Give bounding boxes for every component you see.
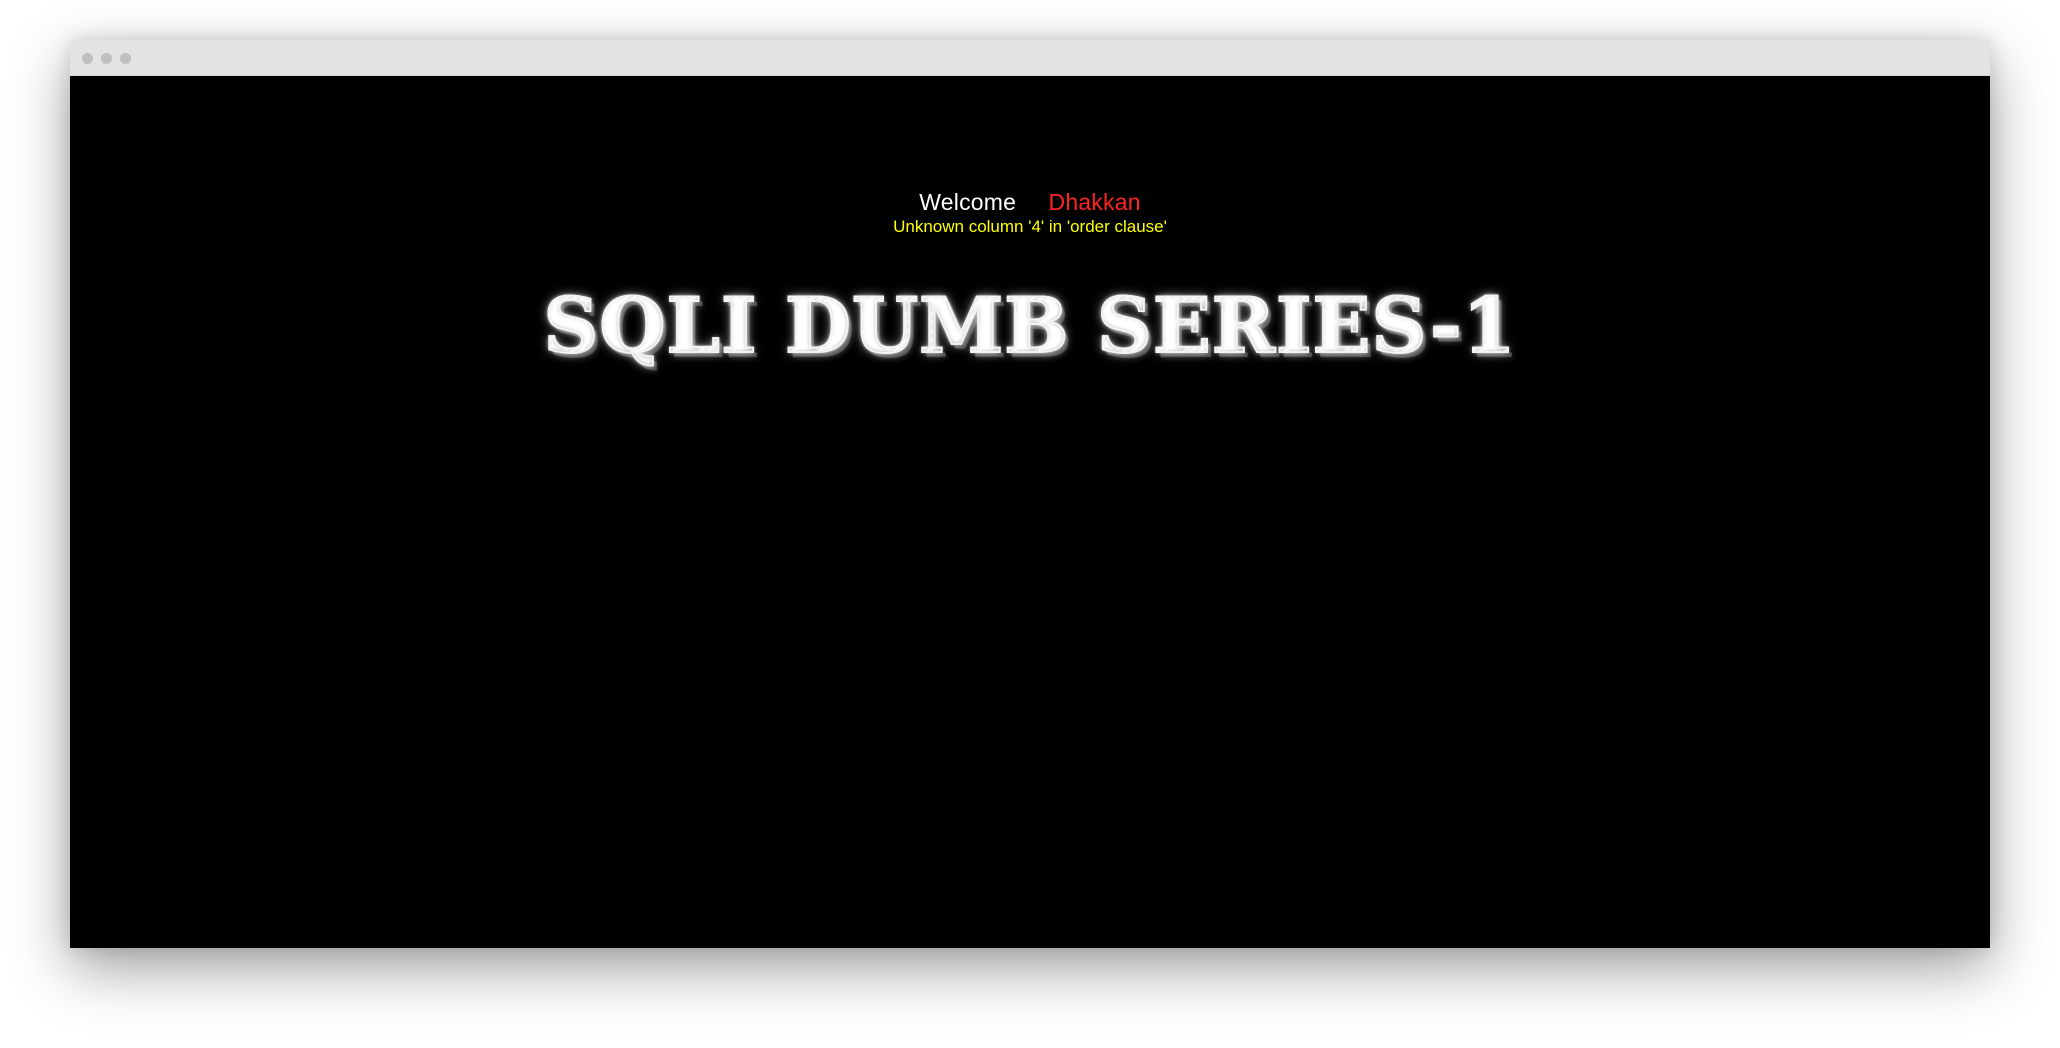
window-minimize-control[interactable] xyxy=(101,53,112,64)
window-maximize-control[interactable] xyxy=(120,53,131,64)
welcome-label: Welcome xyxy=(919,189,1017,215)
username-text: Dhakkan xyxy=(1048,189,1141,215)
browser-window: Welcome Dhakkan Unknown column '4' in 'o… xyxy=(70,40,1990,948)
window-titlebar xyxy=(70,40,1990,76)
page-viewport: Welcome Dhakkan Unknown column '4' in 'o… xyxy=(70,76,1990,948)
sql-error-message: Unknown column '4' in 'order clause' xyxy=(893,217,1167,236)
page-title-logo: SQLI DUMB SERIES-1 xyxy=(70,283,1990,369)
window-close-control[interactable] xyxy=(82,53,93,64)
welcome-line: Welcome Dhakkan xyxy=(70,188,1990,216)
